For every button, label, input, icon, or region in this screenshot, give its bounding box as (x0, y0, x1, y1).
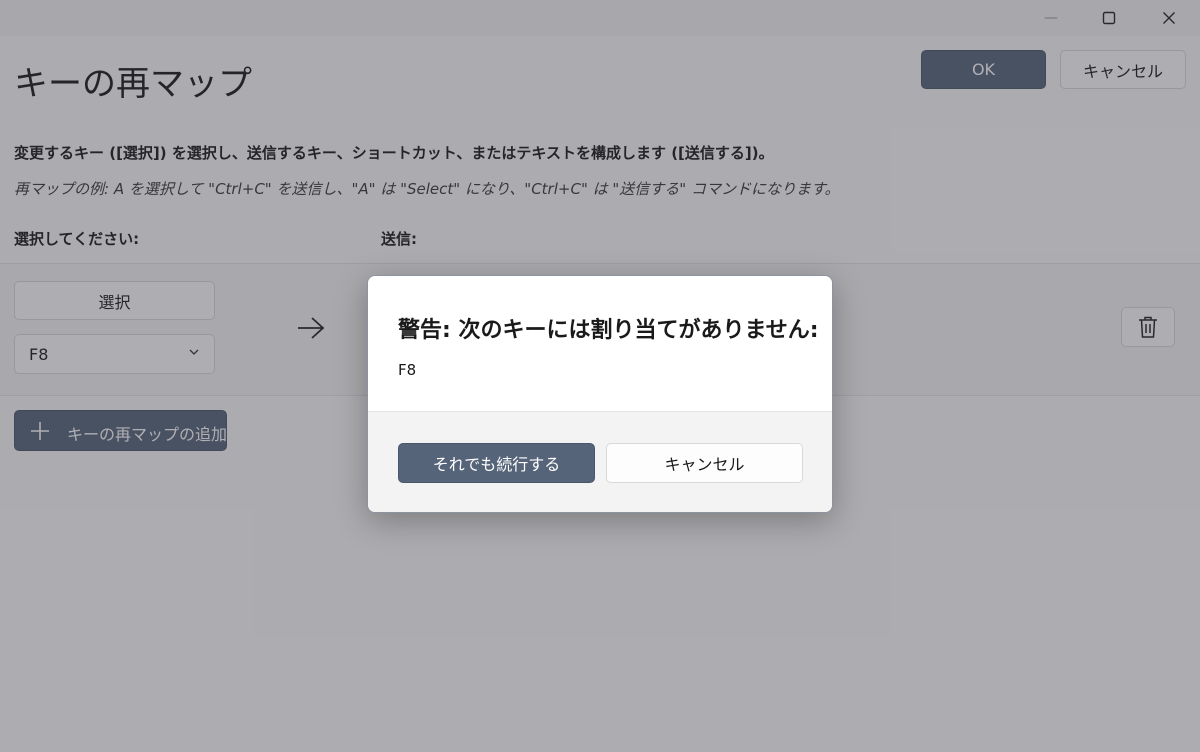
dialog-cancel-button[interactable]: キャンセル (606, 443, 803, 483)
continue-anyway-button[interactable]: それでも続行する (398, 443, 595, 483)
dialog-title: 警告: 次のキーには割り当てがありません: (398, 318, 819, 343)
dialog-body: F8 (398, 361, 417, 379)
warning-dialog: 警告: 次のキーには割り当てがありません: F8 それでも続行する キャンセル (367, 275, 833, 513)
dialog-footer: それでも続行する キャンセル (368, 411, 832, 512)
